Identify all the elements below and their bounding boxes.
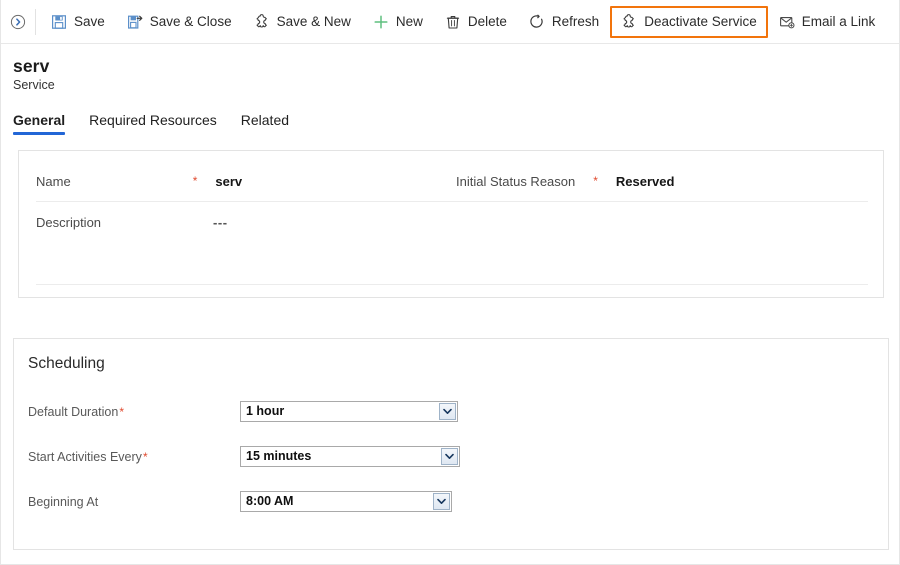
refresh-button-label: Refresh — [551, 13, 600, 29]
chevron-down-icon[interactable] — [441, 448, 458, 465]
command-bar-separator — [35, 8, 36, 35]
plus-icon — [374, 14, 388, 29]
tab-list: General Required Resources Related — [13, 112, 289, 135]
name-field-label: Name — [36, 173, 71, 189]
name-field-value: serv — [215, 173, 243, 189]
start-activities-every-label: Start Activities Every* — [28, 449, 148, 464]
start-activities-every-dropdown[interactable]: 15 minutes — [240, 446, 460, 467]
save-button-label: Save — [74, 13, 105, 29]
default-duration-row: Default Duration* 1 hour — [28, 401, 458, 422]
initial-status-reason-field-value: Reserved — [615, 173, 675, 189]
default-duration-label: Default Duration* — [28, 404, 124, 419]
general-row-2: Description --- — [36, 209, 868, 235]
trash-icon — [446, 15, 460, 29]
email-link-icon — [779, 16, 795, 28]
general-row-divider-1 — [36, 201, 868, 202]
chevron-right-circle-icon — [10, 14, 26, 29]
description-field[interactable]: Description --- — [36, 215, 228, 230]
chevron-down-glyph — [443, 408, 452, 414]
general-row-1: Name * serv Initial Status Reason * Rese… — [36, 167, 868, 195]
chevron-down-glyph — [445, 453, 454, 459]
tab-general[interactable]: General — [13, 112, 66, 135]
entity-name: Service — [13, 78, 55, 93]
email-a-link-button-label: Email a Link — [801, 13, 876, 29]
name-required-asterisk: * — [192, 174, 198, 188]
description-field-value: --- — [213, 214, 228, 230]
beginning-at-label: Beginning At — [28, 494, 99, 509]
new-button[interactable]: New — [362, 6, 434, 38]
initial-status-reason-field[interactable]: Initial Status Reason * Reserved — [456, 174, 674, 189]
save-button[interactable]: Save — [40, 6, 116, 38]
deactivate-service-button[interactable]: Deactivate Service — [610, 5, 768, 38]
tab-related[interactable]: Related — [241, 112, 289, 135]
chevron-down-icon[interactable] — [439, 403, 456, 420]
tab-related-label: Related — [240, 112, 290, 128]
tab-general-label: General — [13, 112, 66, 128]
scheduling-section-title: Scheduling — [28, 355, 105, 372]
service-record-form: Save Save & Close Save & New New Delete … — [0, 0, 900, 565]
save-and-new-button[interactable]: Save & New — [243, 6, 362, 38]
beginning-at-row: Beginning At 8:00 AM — [28, 491, 452, 512]
deactivate-service-button-label: Deactivate Service — [644, 13, 757, 29]
page-title: serv — [13, 56, 50, 76]
start-activities-every-required-asterisk: * — [142, 449, 148, 464]
delete-button-label: Delete — [467, 13, 507, 29]
delete-button[interactable]: Delete — [434, 6, 518, 38]
tab-required-resources-label: Required Resources — [89, 112, 217, 128]
puzzle-piece-icon — [623, 13, 635, 27]
name-field[interactable]: Name * serv — [36, 174, 456, 189]
save-and-close-button-label: Save & Close — [149, 13, 232, 29]
default-duration-value: 1 hour — [246, 404, 285, 419]
frame-border-left — [0, 0, 1, 565]
start-activities-every-row: Start Activities Every* 15 minutes — [28, 446, 460, 467]
beginning-at-value: 8:00 AM — [246, 494, 294, 509]
description-field-label: Description — [36, 214, 102, 230]
save-disk-icon — [52, 14, 67, 29]
default-duration-dropdown[interactable]: 1 hour — [240, 401, 458, 422]
save-and-new-button-label: Save & New — [276, 13, 351, 29]
general-section-card: Name * serv Initial Status Reason * Rese… — [18, 150, 884, 298]
refresh-icon — [530, 14, 543, 28]
tab-required-resources[interactable]: Required Resources — [89, 112, 217, 135]
start-activities-every-value: 15 minutes — [246, 449, 312, 464]
record-header: serv Service — [13, 56, 55, 92]
command-bar: Save Save & Close Save & New New Delete … — [1, 0, 899, 44]
scheduling-section-card: Scheduling Default Duration* 1 hour Star… — [13, 338, 889, 550]
initial-status-reason-field-label: Initial Status Reason — [456, 173, 576, 189]
save-and-close-button[interactable]: Save & Close — [116, 6, 243, 38]
beginning-at-dropdown[interactable]: 8:00 AM — [240, 491, 452, 512]
chevron-down-icon[interactable] — [433, 493, 450, 510]
refresh-button[interactable]: Refresh — [518, 6, 610, 38]
new-button-label: New — [395, 13, 423, 29]
more-commands-button[interactable] — [892, 6, 900, 38]
initial-status-reason-required-asterisk: * — [593, 174, 598, 188]
email-a-link-button[interactable]: Email a Link — [768, 6, 887, 38]
general-row-divider-2 — [36, 284, 868, 285]
expand-panel-button[interactable] — [1, 0, 35, 44]
save-close-icon — [127, 15, 143, 29]
puzzle-piece-icon — [256, 13, 267, 27]
chevron-down-glyph — [437, 498, 446, 504]
default-duration-required-asterisk: * — [119, 404, 124, 419]
